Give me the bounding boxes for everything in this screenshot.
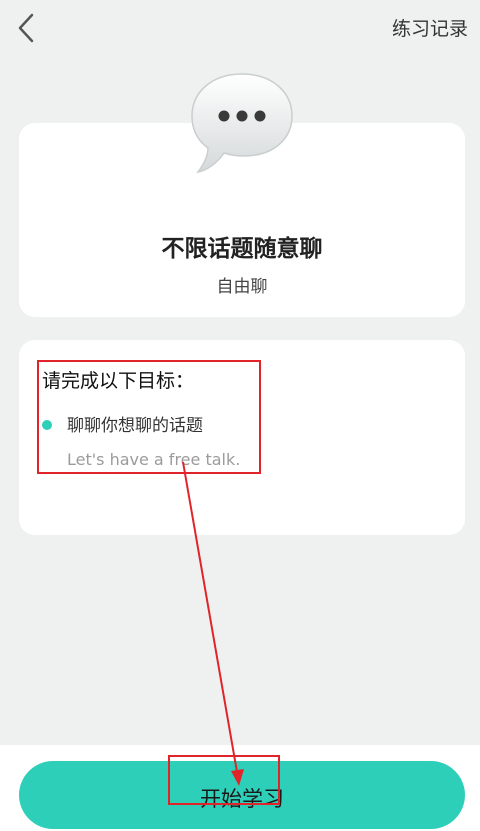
topic-title: 不限话题随意聊 <box>161 236 323 262</box>
back-button[interactable] <box>12 8 42 48</box>
practice-records-link[interactable]: 练习记录 <box>392 14 468 41</box>
goals-card: 请完成以下目标： 聊聊你想聊的话题 Let's have a free talk… <box>19 340 465 535</box>
annotation-box-goals <box>37 360 261 474</box>
annotation-box-start <box>168 755 280 805</box>
bottom-bar: 开始学习 <box>0 745 480 831</box>
chevron-left-icon <box>18 13 34 43</box>
topic-subtitle: 自由聊 <box>216 277 268 297</box>
top-bar: 练习记录 <box>0 0 480 60</box>
speech-bubble-icon <box>191 73 293 174</box>
